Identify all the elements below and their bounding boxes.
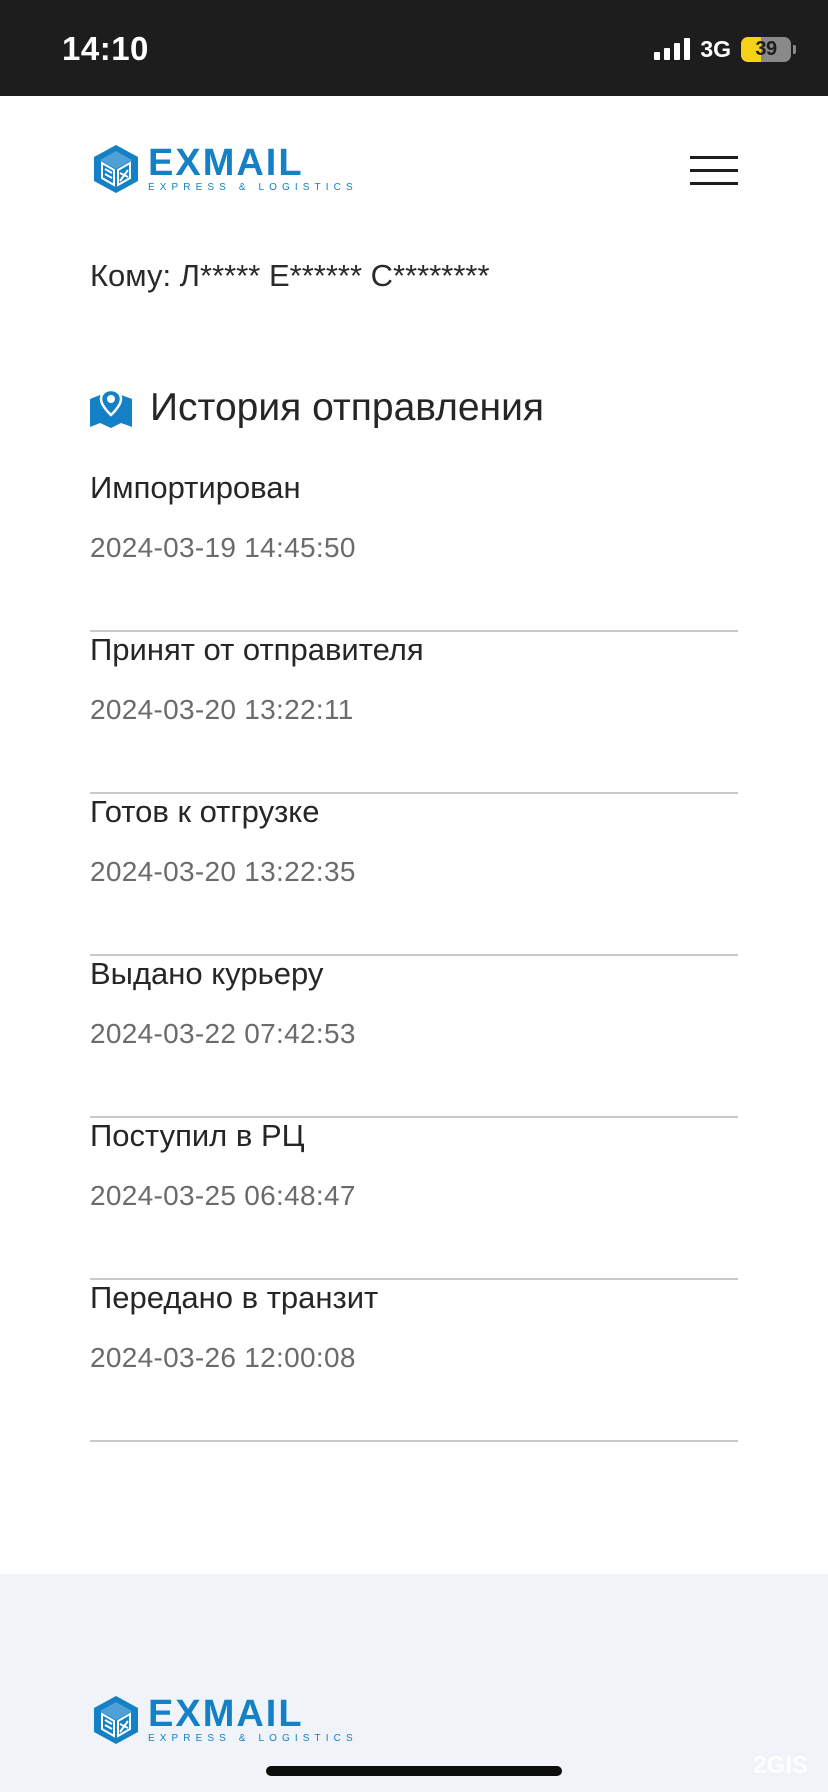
menu-bar-icon — [690, 156, 738, 159]
history-event: Импортирован 2024-03-19 14:45:50 — [90, 470, 738, 632]
history-event: Передано в транзит 2024-03-26 12:00:08 — [90, 1280, 738, 1442]
event-timestamp: 2024-03-20 13:22:35 — [90, 856, 356, 887]
history-event: Поступил в РЦ 2024-03-25 06:48:47 — [90, 1118, 738, 1280]
event-status: Передано в транзит — [90, 1280, 379, 1315]
event-status: Импортирован — [90, 470, 301, 505]
status-bar: 14:10 3G 39 — [0, 0, 828, 96]
footer-logo-tagline: EXPRESS & LOGISTICS — [148, 1732, 358, 1744]
history-title: История отправления — [150, 386, 544, 429]
exmail-cube-icon — [94, 1696, 138, 1744]
event-timestamp: 2024-03-22 07:42:53 — [90, 1018, 356, 1049]
network-type: 3G — [700, 35, 731, 62]
event-status: Поступил в РЦ — [90, 1118, 305, 1153]
event-timestamp: 2024-03-19 14:45:50 — [90, 532, 356, 563]
cellular-signal-icon — [654, 38, 691, 60]
status-time: 14:10 — [62, 30, 149, 67]
header-logo[interactable]: EXMAIL EXPRESS & LOGISTICS — [90, 143, 358, 195]
event-timestamp: 2024-03-26 12:00:08 — [90, 1342, 356, 1373]
logo-wordmark: EXMAIL — [148, 141, 304, 184]
menu-bar-icon — [690, 182, 738, 185]
recipient-line: Кому: Л***** Е****** С******** — [90, 258, 490, 293]
status-indicators: 3G 39 — [654, 36, 796, 62]
menu-bar-icon — [690, 169, 738, 172]
hamburger-menu-button[interactable] — [690, 156, 738, 186]
home-indicator[interactable] — [266, 1766, 562, 1776]
event-timestamp: 2024-03-25 06:48:47 — [90, 1180, 356, 1211]
footer: EXMAIL EXPRESS & LOGISTICS 2GIS — [0, 1574, 828, 1792]
logo-text: EXMAIL EXPRESS & LOGISTICS — [148, 141, 358, 193]
footer-logo[interactable]: EXMAIL EXPRESS & LOGISTICS — [90, 1694, 358, 1746]
battery-icon: 39 — [741, 36, 791, 62]
history-event: Принят от отправителя 2024-03-20 13:22:1… — [90, 632, 738, 794]
event-status: Принят от отправителя — [90, 632, 424, 667]
logo-tagline: EXPRESS & LOGISTICS — [148, 181, 358, 193]
footer-logo-wordmark: EXMAIL — [148, 1692, 304, 1735]
watermark: 2GIS — [753, 1752, 808, 1779]
footer-logo-text: EXMAIL EXPRESS & LOGISTICS — [148, 1692, 358, 1744]
history-event: Готов к отгрузке 2024-03-20 13:22:35 — [90, 794, 738, 956]
history-event-list: Импортирован 2024-03-19 14:45:50 Принят … — [90, 470, 738, 1442]
event-status: Выдано курьеру — [90, 956, 324, 991]
history-event: Выдано курьеру 2024-03-22 07:42:53 — [90, 956, 738, 1118]
event-status: Готов к отгрузке — [90, 794, 320, 829]
exmail-cube-icon — [94, 145, 138, 193]
map-pin-icon — [90, 388, 132, 428]
history-header: История отправления — [90, 386, 544, 430]
event-timestamp: 2024-03-20 13:22:11 — [90, 694, 354, 725]
battery-cap — [793, 44, 796, 54]
battery-level: 39 — [755, 37, 777, 60]
